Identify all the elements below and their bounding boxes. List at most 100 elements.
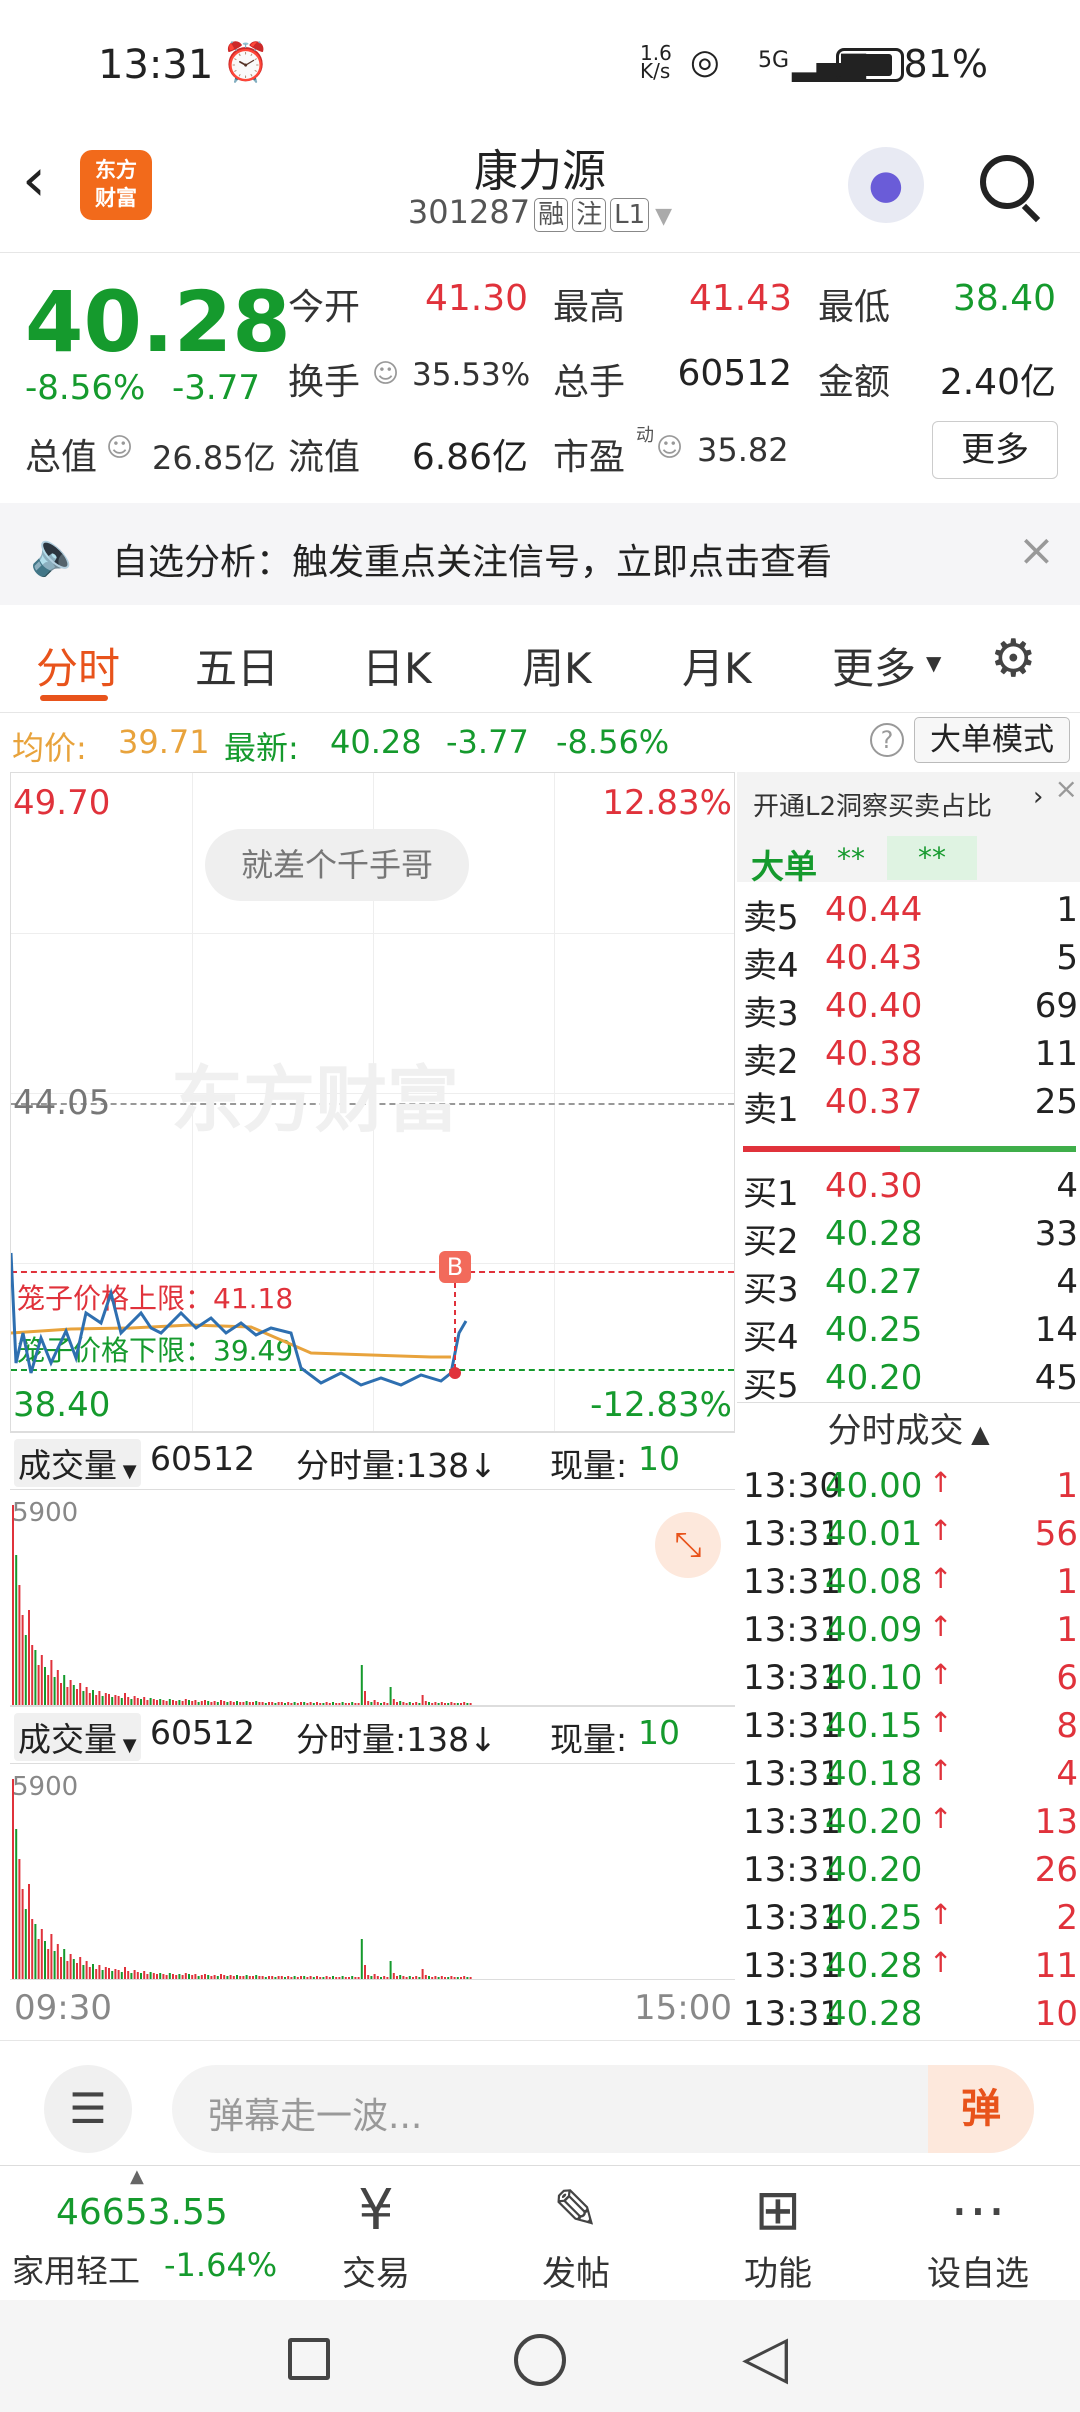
notice-text: 自选分析：触发重点关注信号，立即点击查看 bbox=[112, 542, 833, 583]
tab-monthly-k[interactable]: 月K bbox=[682, 635, 752, 696]
volume-chart-2: 5900 bbox=[10, 1764, 735, 1980]
ask-row[interactable]: 卖1 40.37 25 bbox=[737, 1076, 1080, 1130]
tab-weekly-k[interactable]: 周K bbox=[522, 635, 592, 696]
volume-bar bbox=[277, 1976, 280, 1979]
post-button[interactable]: ✎ 发帖 bbox=[506, 2166, 646, 2295]
volume-bar bbox=[469, 1703, 472, 1705]
help-icon[interactable]: ? bbox=[870, 723, 904, 757]
robot-assistant-icon[interactable]: ● bbox=[848, 147, 924, 223]
volume-bar bbox=[434, 1702, 437, 1705]
volume-bar bbox=[408, 1702, 411, 1705]
recent-apps-icon[interactable] bbox=[288, 2338, 330, 2380]
signal-5g: 5G bbox=[758, 48, 790, 73]
ask-row[interactable]: 卖3 40.40 69 bbox=[737, 980, 1080, 1034]
volume-bar bbox=[60, 1957, 62, 1979]
active-tab-indicator bbox=[40, 695, 108, 701]
now-volume: 10 bbox=[638, 1439, 680, 1478]
volume-bar bbox=[402, 1702, 405, 1705]
volume-bar bbox=[418, 1977, 421, 1979]
ticks-header[interactable]: 分时成交 ▲ bbox=[737, 1402, 1080, 1454]
volume-bar bbox=[245, 1975, 248, 1979]
arrow-up-icon: ↑ bbox=[929, 1706, 953, 1739]
battery-level: 81% bbox=[903, 42, 988, 86]
volume-bar bbox=[389, 1687, 392, 1705]
bid-price: 40.27 bbox=[825, 1262, 923, 1302]
back-nav-icon[interactable]: ◁ bbox=[742, 2322, 788, 2392]
volume-bar bbox=[309, 1702, 312, 1705]
volume-bar bbox=[271, 1702, 274, 1705]
info-icon[interactable]: ☺ bbox=[656, 433, 683, 463]
volume-bar bbox=[319, 1703, 322, 1705]
volume-bar bbox=[306, 1977, 309, 1979]
tab-timeshare[interactable]: 分时 bbox=[36, 635, 120, 696]
index-ticker[interactable]: ▲ 46653.55 家用轻工 -1.64% bbox=[0, 2166, 300, 2301]
ask-row[interactable]: 卖2 40.38 11 bbox=[737, 1028, 1080, 1082]
tick-price: 40.28 bbox=[825, 1946, 923, 1986]
tick-volume: 13 bbox=[1034, 1802, 1078, 1842]
volume-bar bbox=[373, 1700, 376, 1705]
bid-row[interactable]: 买5 40.20 45 bbox=[737, 1352, 1080, 1406]
volume-bar bbox=[15, 1555, 18, 1705]
search-icon[interactable] bbox=[980, 155, 1034, 209]
open-label: 今开 bbox=[288, 287, 361, 328]
volume-bar bbox=[181, 1701, 184, 1705]
tag-margin: 融 bbox=[534, 198, 569, 232]
close-icon[interactable]: × bbox=[1055, 772, 1078, 805]
volume-bar bbox=[392, 1699, 395, 1705]
volume-bar bbox=[431, 1977, 434, 1979]
low-label: 最低 bbox=[818, 287, 891, 328]
bid-volume: 4 bbox=[1056, 1262, 1078, 1302]
ask-price: 40.37 bbox=[825, 1082, 923, 1122]
danmu-send-button[interactable]: 弹 bbox=[928, 2065, 1034, 2153]
latest-value: 40.28 bbox=[330, 723, 422, 761]
volume-bar bbox=[175, 1701, 178, 1705]
tab-daily-k[interactable]: 日K bbox=[362, 635, 432, 696]
ask-row[interactable]: 卖4 40.43 5 bbox=[737, 932, 1080, 986]
volume-bar bbox=[223, 1701, 226, 1705]
volume-bar bbox=[239, 1702, 242, 1705]
bid-row[interactable]: 买1 40.30 4 bbox=[737, 1160, 1080, 1214]
tab-more[interactable]: 更多 bbox=[832, 635, 916, 696]
volume-bar bbox=[341, 1702, 344, 1705]
volume-selector[interactable]: 成交量 ▼ bbox=[14, 1713, 141, 1761]
volume-bar bbox=[69, 1954, 72, 1979]
l2-promo[interactable]: 开通L2洞察买卖占比 › × 大单 ** ** bbox=[737, 772, 1080, 886]
ask-row[interactable]: 卖5 40.44 1 bbox=[737, 884, 1080, 938]
info-icon[interactable]: ☺ bbox=[372, 359, 399, 389]
add-watchlist-button[interactable]: ⋯ 设自选 bbox=[908, 2166, 1048, 2295]
bid-row[interactable]: 买4 40.25 14 bbox=[737, 1304, 1080, 1358]
volume-value: 60512 bbox=[677, 353, 792, 394]
volume-bar bbox=[149, 1698, 152, 1705]
trade-button[interactable]: ¥ 交易 bbox=[306, 2166, 446, 2295]
volume-bar bbox=[31, 1645, 34, 1705]
info-icon[interactable]: ☺ bbox=[106, 433, 133, 463]
notice-banner[interactable]: 🔈 自选分析：触发重点关注信号，立即点击查看 × bbox=[0, 503, 1080, 605]
danmu-settings-icon[interactable]: ☰ bbox=[44, 2065, 132, 2153]
tab-five-day[interactable]: 五日 bbox=[195, 635, 279, 696]
gear-icon[interactable]: ⚙ bbox=[990, 629, 1037, 689]
volume-selector[interactable]: 成交量 ▼ bbox=[14, 1439, 141, 1487]
big-order-mode-button[interactable]: 大单模式 bbox=[914, 717, 1070, 763]
volume-bar bbox=[120, 1698, 123, 1705]
home-icon[interactable] bbox=[514, 2334, 566, 2386]
trade-label: 交易 bbox=[342, 2254, 410, 2294]
close-icon[interactable]: × bbox=[1018, 525, 1055, 576]
volume-bar bbox=[236, 1701, 238, 1705]
more-button[interactable]: 更多 bbox=[932, 421, 1058, 479]
tick-price: 40.15 bbox=[825, 1706, 923, 1746]
features-button[interactable]: ⊞ 功能 bbox=[708, 2166, 848, 2295]
danmu-input[interactable]: 弹幕走一波... 弹 bbox=[172, 2065, 1034, 2153]
tick-volume: 1 bbox=[1056, 1610, 1078, 1650]
bid-row[interactable]: 买3 40.27 4 bbox=[737, 1256, 1080, 1310]
volume-bar bbox=[364, 1691, 366, 1705]
bid-price: 40.20 bbox=[825, 1358, 923, 1398]
ask-level: 卖1 bbox=[743, 1090, 799, 1130]
volume-bar bbox=[300, 1976, 302, 1979]
bid-row[interactable]: 买2 40.28 33 bbox=[737, 1208, 1080, 1262]
big-order-buy: ** bbox=[837, 842, 865, 875]
volume-bar bbox=[399, 1701, 402, 1705]
volume-bar bbox=[456, 1703, 459, 1705]
volume-bar bbox=[82, 1691, 85, 1705]
volume-bar bbox=[213, 1701, 216, 1705]
timeshare-chart[interactable]: 东方财富 49.70 12.83% 44.05 38.40 -12.83% 就差… bbox=[10, 772, 735, 1432]
